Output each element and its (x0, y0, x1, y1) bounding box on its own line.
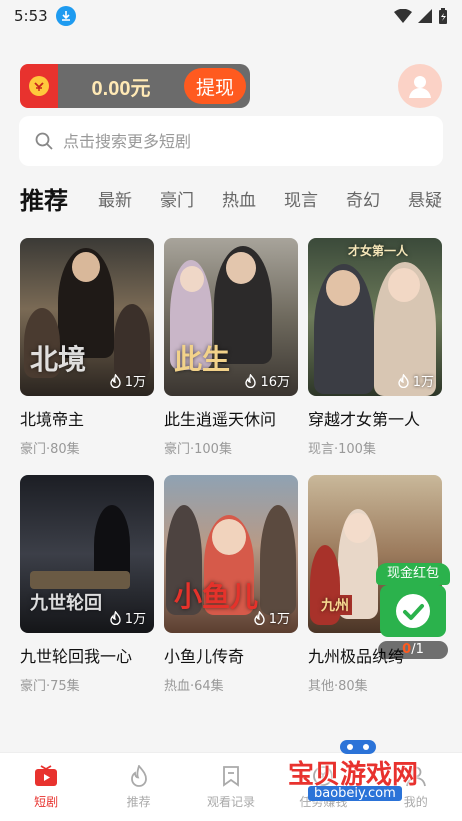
download-icon (55, 6, 76, 26)
drama-meta: 现言·100集 (308, 442, 376, 457)
search-icon (35, 132, 53, 150)
tab-mystery[interactable]: 悬疑 (408, 186, 442, 211)
view-count-text: 1万 (124, 612, 146, 627)
drama-meta: 豪门·100集 (164, 442, 232, 457)
red-packet-icon[interactable] (380, 585, 446, 637)
drama-title[interactable]: 此生逍遥天休问 (164, 406, 298, 430)
view-count-text: 1万 (268, 612, 290, 627)
drama-title[interactable]: 穿越才女第一人 (308, 406, 442, 430)
status-bar: 5:53 (0, 0, 462, 32)
nav-item-history[interactable]: 观看记录 (185, 765, 277, 810)
drama-poster[interactable]: 九世轮回 1万 (20, 475, 154, 633)
nav-item-recommend[interactable]: 推荐 (93, 764, 185, 810)
flame-icon (398, 373, 409, 388)
tab-action[interactable]: 热血 (222, 186, 256, 211)
view-count: 1万 (109, 371, 146, 390)
avatar[interactable] (398, 64, 442, 108)
coin-icon (29, 76, 49, 96)
poster-title: 才女第一人 (348, 244, 409, 258)
nav-item-dramas[interactable]: 短剧 (0, 764, 92, 810)
view-count-text: 1万 (412, 375, 434, 390)
drama-title[interactable]: 小鱼儿传奇 (164, 643, 298, 667)
drama-poster[interactable]: 北境 1万 (20, 238, 154, 396)
flame-icon (110, 373, 121, 388)
search-input[interactable] (63, 131, 403, 151)
flame-icon (254, 610, 265, 625)
red-packet-progress: 0/1 (378, 641, 448, 659)
user-icon (409, 76, 431, 98)
drama-card[interactable]: 才女第一人 1万 穿越才女第一人 现言·100集 (308, 238, 442, 457)
flame-icon (110, 610, 121, 625)
wallet-bar[interactable]: 0.00元 提现 (20, 64, 250, 108)
cash-red-packet-widget[interactable]: 现金红包 0/1 (376, 563, 450, 659)
signal-icon (418, 9, 432, 23)
red-packet-label: 现金红包 (376, 563, 450, 585)
view-count-text: 1万 (124, 375, 146, 390)
bookmark-icon (223, 765, 239, 787)
wallet-amount: 0.00元 (91, 77, 151, 100)
drama-meta: 豪门·80集 (20, 442, 80, 457)
wifi-icon (394, 9, 412, 23)
status-right (394, 8, 448, 24)
tab-recommended[interactable]: 推荐 (20, 181, 68, 216)
tab-modern-romance[interactable]: 现言 (284, 186, 318, 211)
withdraw-button[interactable]: 提现 (184, 68, 246, 104)
drama-meta: 热血·64集 (164, 679, 224, 694)
status-time: 5:53 (14, 7, 48, 25)
gamepad-icon (340, 740, 376, 754)
drama-card[interactable]: 北境 1万 北境帝主 豪门·80集 (20, 238, 154, 457)
battery-icon (439, 8, 447, 24)
view-count-text: 16万 (260, 375, 290, 390)
category-tabs: 推荐 最新 豪门 热血 现言 奇幻 悬疑 (20, 176, 462, 220)
progress-current: 0 (402, 642, 412, 657)
poster-title: 北境 (30, 343, 87, 376)
drama-card[interactable]: 九世轮回 1万 九世轮回我一心 豪门·75集 (20, 475, 154, 694)
tab-wealthy[interactable]: 豪门 (160, 186, 194, 211)
tab-fantasy[interactable]: 奇幻 (346, 186, 380, 211)
drama-poster[interactable]: 才女第一人 1万 (308, 238, 442, 396)
poster-title: 此生 (174, 343, 231, 376)
search-bar[interactable] (19, 116, 443, 166)
tab-latest[interactable]: 最新 (98, 186, 132, 211)
drama-title[interactable]: 北境帝主 (20, 406, 154, 430)
view-count: 1万 (397, 371, 434, 390)
poster-title: 小鱼儿 (174, 580, 259, 613)
watermark-url: baobeiy.com (308, 786, 402, 801)
drama-poster[interactable]: 小鱼儿 1万 (164, 475, 298, 633)
flame-icon (130, 764, 147, 787)
view-count: 16万 (244, 371, 290, 390)
drama-meta: 豪门·75集 (20, 679, 80, 694)
view-count: 1万 (253, 608, 290, 627)
drama-meta: 其他·80集 (308, 679, 368, 694)
drama-card[interactable]: 小鱼儿 1万 小鱼儿传奇 热血·64集 (164, 475, 298, 694)
drama-card[interactable]: 此生 16万 此生逍遥天休问 豪门·100集 (164, 238, 298, 457)
poster-title: 九世轮回 (30, 593, 102, 614)
progress-total: /1 (411, 642, 424, 657)
site-watermark: 宝贝游戏网 baobeiy.com (288, 736, 438, 806)
flame-icon (245, 373, 257, 388)
nav-label: 观看记录 (206, 794, 255, 809)
tv-icon (35, 764, 58, 786)
status-left: 5:53 (14, 6, 76, 26)
drama-poster[interactable]: 此生 16万 (164, 238, 298, 396)
poster-title: 九州 (318, 595, 352, 615)
drama-title[interactable]: 九世轮回我一心 (20, 643, 154, 667)
nav-label: 推荐 (126, 794, 151, 809)
red-envelope-icon (20, 64, 58, 108)
nav-label: 短剧 (34, 794, 59, 809)
view-count: 1万 (109, 608, 146, 627)
